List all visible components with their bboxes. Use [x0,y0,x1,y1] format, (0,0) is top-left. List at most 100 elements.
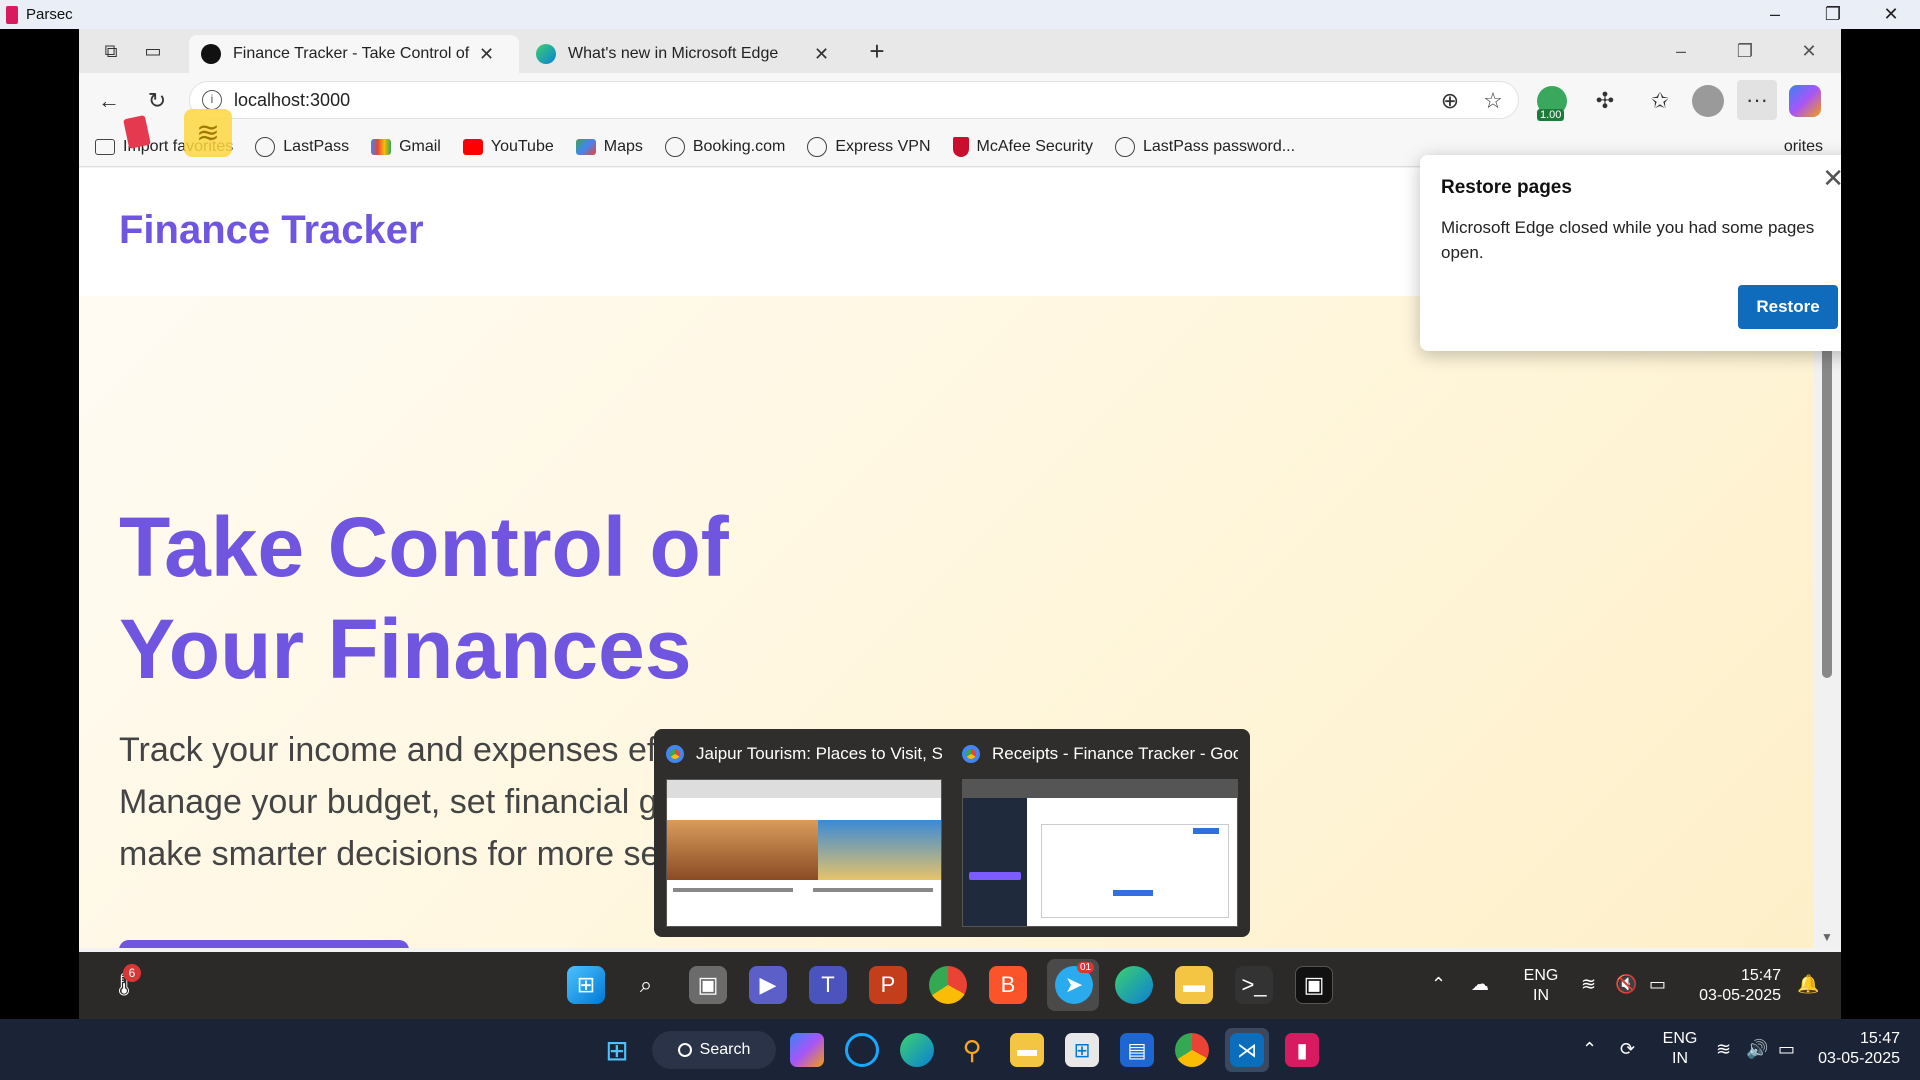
profile-avatar-icon[interactable] [1692,85,1724,117]
extensions-puzzle-icon[interactable]: ✣ [1589,85,1621,117]
powerpoint-icon[interactable]: P [869,966,907,1004]
search-icon[interactable]: ⌕ [627,966,665,1004]
telegram-badge: 01 [1077,962,1095,973]
volume-icon[interactable]: 🔊 [1746,1039,1768,1059]
clock[interactable]: 15:47 03-05-2025 [1691,966,1781,1006]
host-clock[interactable]: 15:47 03-05-2025 [1810,1029,1900,1069]
bookmark-booking[interactable]: Booking.com [664,136,785,157]
tab-strip: ⧉ ▭ Finance Tracker - Take Control of Yo… [79,29,1841,73]
favorites-list-icon[interactable]: ✩ [1644,85,1676,117]
restore-popup-close-icon[interactable]: ✕ [1822,163,1841,194]
search-icon [677,1043,692,1057]
edge-icon[interactable] [1115,966,1153,1004]
start-windows-icon[interactable]: ⊞ [600,1033,634,1067]
bookmark-maps[interactable]: Maps [575,138,643,156]
back-arrow-icon[interactable]: ← [93,85,125,117]
restore-button[interactable]: Restore [1738,285,1838,329]
host-language-indicator[interactable]: ENG IN [1658,1029,1702,1069]
preview-jaipur-tourism[interactable]: Jaipur Tourism: Places to Visit, S... [666,741,942,927]
battery-icon[interactable]: ▭ [1778,1039,1795,1059]
volume-muted-icon[interactable]: 🔇 [1615,974,1637,994]
parsec-title: Parsec [26,6,73,23]
brave-icon[interactable]: B [989,966,1027,1004]
hero-title: Take Control of Your Finances [119,500,729,696]
show-hidden-icons-icon[interactable]: ⌃ [1431,974,1446,994]
weather-badge: 6 [123,964,141,982]
parsec-title-bar: Parsec – ❐ ✕ [0,0,1920,29]
parsec-icon[interactable]: ▮ [1285,1033,1319,1067]
tab-close-icon[interactable]: ✕ [479,44,494,65]
notes-app-icon[interactable]: ▤ [1120,1033,1154,1067]
bookmark-lastpass[interactable]: LastPass [255,136,349,157]
preview-header: Jaipur Tourism: Places to Visit, S... [666,741,942,767]
site-info-icon[interactable]: i [202,90,222,110]
edge-icon[interactable] [900,1033,934,1067]
parsec-restore-button[interactable]: ❐ [1804,0,1862,29]
tab-close-icon[interactable]: ✕ [814,44,829,65]
microsoft-store-icon[interactable]: ⊞ [1065,1033,1099,1067]
cortana-icon[interactable] [845,1033,879,1067]
show-hidden-icons-icon[interactable]: ⌃ [1582,1039,1597,1059]
copilot-icon[interactable] [1789,85,1821,117]
onedrive-icon[interactable]: ☁ [1471,974,1489,994]
magnifier-search-icon[interactable]: ⚲ [955,1033,989,1067]
app-box-icon[interactable]: ▣ [1295,966,1333,1004]
terminal-icon[interactable]: >_ [1235,966,1273,1004]
preview-receipts-finance-tracker[interactable]: Receipts - Finance Tracker - Goo... [962,741,1238,927]
edge-restore-button[interactable]: ❐ [1713,29,1777,73]
import-icon [95,138,115,155]
wifi-icon[interactable]: ≋ [1581,974,1596,994]
refresh-icon[interactable]: ↻ [141,85,173,117]
brand-logo-text[interactable]: Finance Tracker [119,208,424,253]
teams-icon[interactable]: T [809,966,847,1004]
copilot-icon[interactable] [790,1033,824,1067]
chrome-icon[interactable] [929,966,967,1004]
file-explorer-icon[interactable]: ▬ [1175,966,1213,1004]
scroll-down-arrow-icon[interactable]: ▼ [1813,930,1841,944]
edge-close-button[interactable]: ✕ [1777,29,1841,73]
bookmark-express-vpn[interactable]: Express VPN [807,136,931,157]
chrome-icon[interactable] [1175,1033,1209,1067]
parsec-minimize-button[interactable]: – [1746,0,1804,29]
tab-label: Finance Tracker - Take Control of Your F… [233,45,471,62]
battery-icon[interactable]: ▭ [1649,974,1666,994]
vscode-icon[interactable]: ⋊ [1230,1033,1264,1067]
bookmark-lastpass-password[interactable]: LastPass password... [1114,136,1295,157]
host-search-button[interactable]: Search [652,1031,776,1069]
extension-badge: 1.00 [1537,109,1565,121]
task-view-icon[interactable]: ▣ [689,966,727,1004]
teams-meet-icon[interactable]: ▶ [749,966,787,1004]
browser-toolbar: ← ↻ i localhost:3000 ⊕ ☆ 1.00 ✣ ✩ ··· [79,73,1841,127]
bookmark-mcafee[interactable]: McAfee Security [952,136,1093,157]
edge-minimize-button[interactable]: – [1649,29,1713,73]
address-bar[interactable]: i localhost:3000 [189,81,1519,119]
notification-bell-icon[interactable]: 🔔 [1797,974,1819,994]
more-options-icon[interactable]: ··· [1737,80,1777,120]
tab-finance-tracker[interactable]: Finance Tracker - Take Control of Your F… [189,35,519,73]
bookmark-youtube[interactable]: YouTube [462,138,554,156]
restore-popup-title: Restore pages [1441,177,1572,198]
wifi-icon[interactable]: ≋ [1716,1039,1731,1059]
youtube-icon [462,138,483,155]
other-favorites[interactable]: orites [1784,138,1823,156]
language-indicator[interactable]: ENG IN [1519,966,1563,1006]
bookmark-gmail[interactable]: Gmail [371,138,441,156]
favorite-star-icon[interactable]: ☆ [1477,85,1509,117]
tab-whats-new-edge[interactable]: What's new in Microsoft Edge ✕ [524,35,854,73]
preview-header: Receipts - Finance Tracker - Goo... [962,741,1238,767]
workspaces-icon[interactable]: ⧉ [99,39,123,63]
parsec-close-button[interactable]: ✕ [1862,0,1920,29]
globe-icon [255,136,276,157]
vertical-tabs-icon[interactable]: ▭ [141,39,165,63]
parsec-logo-icon [6,5,18,24]
globe-icon [1114,136,1135,157]
gmail-icon [371,138,392,155]
hero-cta-button[interactable] [119,940,409,948]
zoom-icon[interactable]: ⊕ [1434,85,1466,117]
new-tab-button[interactable]: + [865,36,889,66]
start-windows-icon[interactable]: ⊞ [567,966,605,1004]
sync-icon[interactable]: ⟳ [1620,1039,1635,1059]
edge-favicon-icon [536,44,556,64]
globe-icon [807,136,828,157]
file-explorer-icon[interactable]: ▬ [1010,1033,1044,1067]
